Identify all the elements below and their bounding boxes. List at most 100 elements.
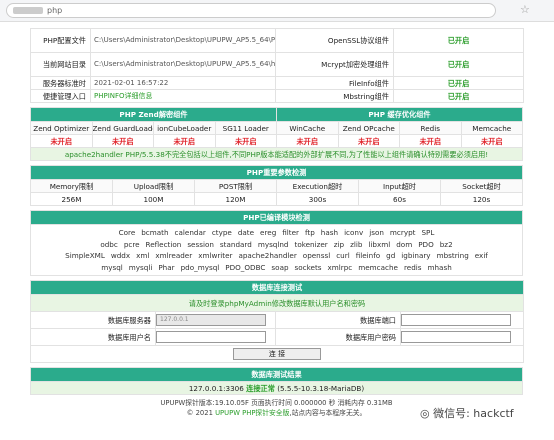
param-header: Socket超时 (440, 179, 523, 193)
info-value: C:\Users\Administrator\Desktop\UPUPW_AP5… (90, 52, 276, 77)
component-status: 已开启 (393, 28, 524, 53)
module-line: Core bcmath calendar ctype date ereg filter ftp… (32, 227, 522, 239)
dbtest-title: 数据库连接测试 (29, 280, 525, 295)
module-name: xmlwriter (198, 251, 233, 260)
module-name: mysqli (128, 262, 153, 272)
cache-col-header: Zend OPcache (337, 121, 400, 135)
module-name: mcrypt (389, 228, 416, 237)
module-name: PDO (418, 239, 434, 249)
component-label: Mcrypt加密处理组件 (275, 52, 394, 77)
module-name: filter (282, 228, 299, 237)
star-icon[interactable]: ☆ (520, 3, 530, 16)
db-test-table: 数据库连接测试 请及时登录phpMyAdmin修改数据库默认用户名和密码 数据库… (29, 280, 525, 363)
zend-col-status: 未开启 (30, 134, 93, 148)
cache-col-header: Memcache (460, 121, 523, 135)
module-name: Phar (158, 262, 175, 272)
watermark: ◎ 微信号: hackctf (420, 405, 514, 421)
modules-table: PHP已编译模块检测 Core bcmath calendar ctype date er… (30, 210, 523, 276)
module-name: ereg (260, 228, 277, 237)
module-name: libxml (368, 239, 391, 249)
params-table: PHP重要参数检测 Memory限制 Upload限制 POST限制 Executio… (30, 165, 523, 206)
module-name: apache2handler (238, 251, 297, 260)
module-name: calendar (174, 228, 206, 237)
zend-col-header: Zend Optimizer (30, 121, 93, 135)
component-status: 已开启 (393, 52, 524, 77)
param-header: Upload限制 (112, 179, 195, 193)
component-status: 已开启 (393, 76, 524, 90)
connect-button[interactable]: 连 接 (233, 348, 321, 360)
modules-list: Core bcmath calendar ctype date ereg filter ftp… (30, 224, 523, 276)
module-name: iconv (344, 228, 364, 237)
module-name: tokenizer (294, 239, 328, 249)
zend-cache-table: PHP Zend解密组件 PHP 缓存优化组件 Zend Optimizer Ze… (30, 107, 523, 161)
password-input[interactable] (401, 331, 511, 343)
module-name: date (237, 228, 255, 237)
cache-col-status: 未开启 (276, 134, 339, 148)
port-label: 数据库端口 (275, 311, 401, 329)
cache-col-header: WinCache (276, 121, 339, 135)
module-name: json (369, 228, 384, 237)
info-label: PHP配置文件 (30, 28, 91, 53)
zend-col-header: Zend GuardLoader (91, 121, 154, 135)
server-label: 数据库服务器 (30, 311, 156, 329)
dbtest-notice: 请及时登录phpMyAdmin修改数据库默认用户名和密码 (29, 294, 525, 312)
params-title: PHP重要参数检测 (30, 165, 523, 180)
module-name: sockets (294, 262, 322, 272)
module-name: SimpleXML (65, 251, 105, 260)
module-name: redis (403, 262, 422, 272)
user-label: 数据库用户名 (30, 328, 156, 346)
cache-title: PHP 缓存优化组件 (276, 107, 523, 122)
module-name: curl (336, 251, 350, 260)
zend-col-header: ionCubeLoader (153, 121, 216, 135)
component-label: OpenSSL协议组件 (275, 28, 394, 53)
component-label: FileInfo组件 (275, 76, 394, 90)
param-value: 300s (276, 192, 359, 206)
zend-col-status: 未开启 (91, 134, 154, 148)
module-name: hash (320, 228, 339, 237)
param-value: 120s (440, 192, 523, 206)
result-table: 数据库测试结果 127.0.0.1:3306 连接正常 (5.5.5-10.3.… (30, 367, 523, 395)
footer-brand-link[interactable]: UPUPW PHP探针安全版 (215, 409, 289, 417)
warning-text: apache2handler PHP/5.5.38不完全包括以上组件,不同PHP… (30, 147, 523, 161)
module-name: PDO_ODBC (225, 262, 266, 272)
module-name: ftp (305, 228, 315, 237)
footer-copy: © 2021 (186, 409, 213, 417)
module-name: zip (333, 239, 345, 249)
param-value: 256M (30, 192, 113, 206)
module-name: mhash (427, 262, 452, 272)
module-name: mysql (101, 262, 123, 272)
address-bar[interactable]: php (6, 3, 496, 18)
watermark-text: 微信号: hackctf (433, 407, 514, 420)
module-name: mbstring (436, 251, 469, 260)
result-host: 127.0.0.1:3306 (188, 383, 244, 393)
server-input[interactable]: 127.0.0.1 (156, 314, 266, 326)
module-line: mysql mysqli Phar pdo_mysql PDO_ODBC soap sock… (32, 262, 522, 274)
module-name: wddx (110, 251, 131, 260)
module-name: dom (396, 239, 413, 249)
user-input[interactable] (156, 331, 266, 343)
zend-col-header: SG11 Loader (214, 121, 277, 135)
param-header: Memory限制 (30, 179, 113, 193)
module-name: openssl (302, 251, 331, 260)
module-name: memcache (358, 262, 398, 272)
module-name: session (187, 239, 214, 249)
port-input[interactable] (401, 314, 511, 326)
module-name: pdo_mysql (180, 262, 220, 272)
param-header: Input超时 (358, 179, 441, 193)
module-name: bcmath (141, 228, 169, 237)
module-name: xmlreader (155, 251, 193, 260)
zend-title: PHP Zend解密组件 (30, 107, 277, 122)
result-status: 连接正常 (246, 383, 275, 393)
param-header: POST限制 (194, 179, 277, 193)
module-name: xmlrpc (327, 262, 353, 272)
modules-title: PHP已编译模块检测 (30, 210, 523, 225)
module-name: soap (271, 262, 289, 272)
zend-col-status: 未开启 (153, 134, 216, 148)
wechat-icon: ◎ (420, 407, 434, 420)
result-row: 127.0.0.1:3306 连接正常 (5.5.5-10.3.18-Maria… (30, 381, 523, 395)
browser-bar: php ☆ (0, 0, 554, 22)
module-name: exif (474, 251, 488, 260)
module-name: odbc (100, 239, 118, 249)
info-value: 2021-02-01 16:57:22 (90, 76, 276, 90)
info-value[interactable]: PHPINFO详细信息 (90, 89, 276, 103)
